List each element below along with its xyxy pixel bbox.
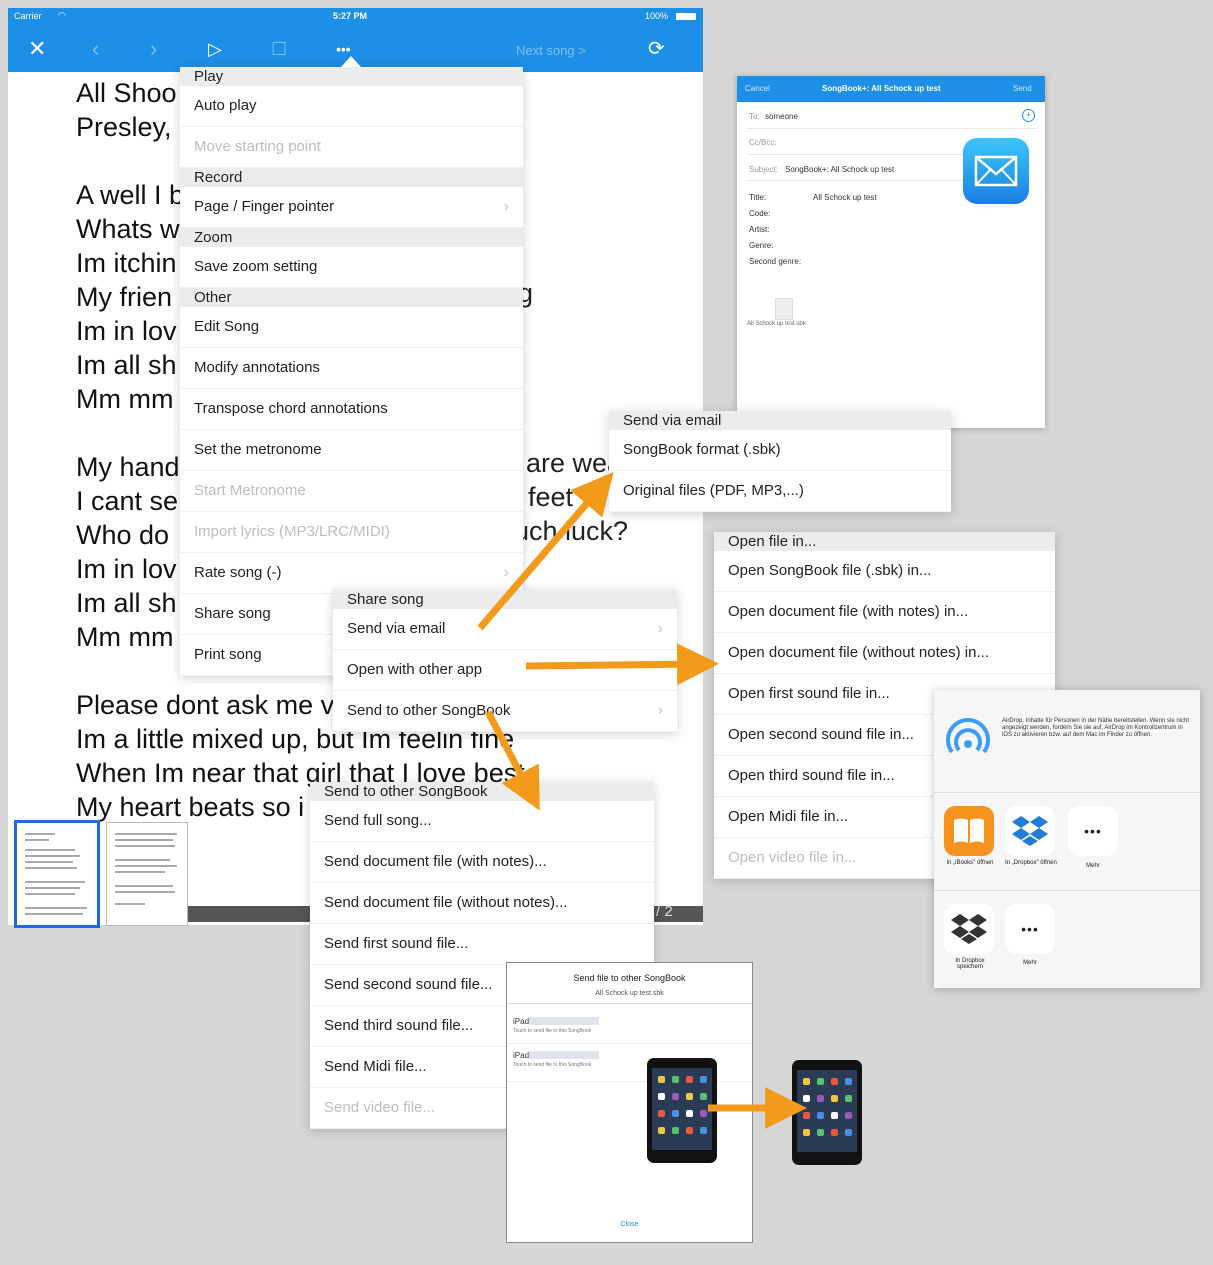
arrow-icon [525, 643, 719, 686]
flow-arrows [477, 472, 807, 1129]
arrow-icon [477, 472, 614, 631]
arrow-icon [484, 710, 540, 811]
